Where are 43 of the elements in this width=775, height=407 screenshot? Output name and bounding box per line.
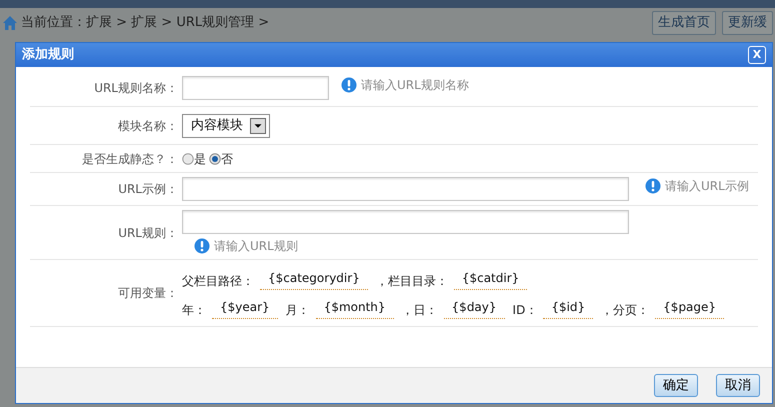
- input-field[interactable]: [182, 76, 329, 100]
- hint-text: 请输入URL规则: [214, 238, 298, 255]
- field-label: 可用变量：: [117, 285, 179, 302]
- variable-token: {$categorydir}: [260, 267, 368, 290]
- variable-label: ，栏目目录：: [376, 273, 448, 290]
- breadcrumb: 当前位置：扩展 > 扩展 > URL规则管理 >: [21, 14, 270, 32]
- info-icon: [645, 178, 661, 194]
- field-label: URL规则名称：: [93, 80, 179, 97]
- dialog-button[interactable]: 取消: [716, 374, 760, 398]
- input-field[interactable]: [182, 177, 629, 201]
- variable-label: ID：: [512, 302, 538, 319]
- close-button[interactable]: X: [748, 46, 766, 64]
- variable-token: {$page}: [655, 296, 724, 319]
- variable-token: {$year}: [212, 296, 278, 319]
- module-dropdown[interactable]: 内容模块: [182, 114, 270, 138]
- field-label: 是否生成静态？：: [81, 150, 179, 168]
- input-field[interactable]: [182, 210, 629, 234]
- hint-text: 请输入URL规则名称: [361, 77, 469, 94]
- radio-label: 否: [221, 150, 233, 168]
- variable-label: 父栏目路径：: [182, 273, 254, 290]
- variable-label: 月：: [286, 302, 310, 319]
- dialog-button[interactable]: 确定: [654, 374, 698, 398]
- caret-icon: [250, 118, 266, 134]
- toolbar-button[interactable]: 生成首页: [652, 11, 716, 35]
- variable-token: {$day}: [444, 296, 505, 319]
- variable-label: ，日：: [402, 302, 438, 319]
- field-label: URL规则：: [117, 224, 179, 242]
- radio-button[interactable]: [182, 152, 194, 164]
- variable-label: 年：: [182, 302, 206, 319]
- variable-token: {$id}: [543, 296, 594, 319]
- variable-token: {$catdir}: [454, 267, 528, 290]
- home-icon: [2, 15, 18, 31]
- toolbar-button[interactable]: 更新缓: [722, 11, 773, 35]
- dialog-title: 添加规则: [22, 46, 74, 64]
- field-label: URL示例：: [117, 181, 179, 198]
- radio-button[interactable]: [209, 152, 221, 164]
- info-icon: [341, 77, 357, 93]
- info-icon: [194, 238, 210, 254]
- field-label: 模块名称：: [117, 118, 179, 134]
- variable-token: {$month}: [316, 296, 394, 319]
- variable-label: ，分页：: [601, 302, 650, 319]
- hint-text: 请输入URL示例: [665, 178, 749, 195]
- radio-label: 是: [194, 150, 206, 168]
